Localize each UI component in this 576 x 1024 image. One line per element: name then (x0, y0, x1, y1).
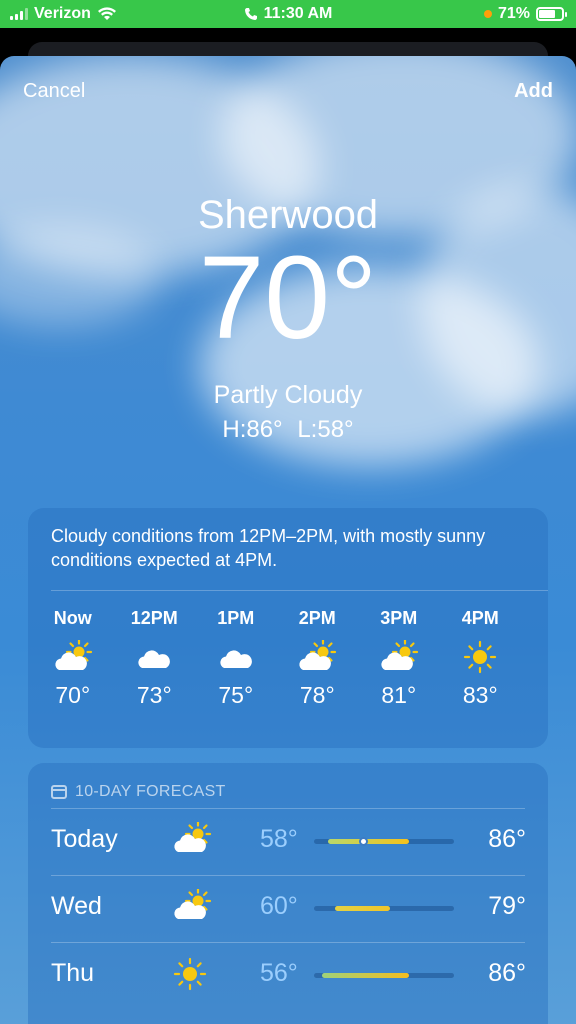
high-temp: H:86° (222, 416, 283, 443)
sun-icon (172, 956, 212, 992)
partly-cloudy-icon (277, 632, 359, 682)
temp-range-fill (322, 973, 410, 978)
temp-range-bar (314, 973, 454, 978)
day-high: 79° (488, 892, 526, 920)
day-name: Wed (51, 892, 102, 920)
hour-item: 3PM 81° (358, 608, 440, 709)
low-temp: L:58° (297, 416, 354, 443)
phone-icon (244, 8, 257, 20)
hour-item: 1PM 75° (195, 608, 277, 709)
temp-range-fill (328, 839, 410, 844)
partly-cloudy-icon (32, 632, 114, 682)
hour-temp: 75° (218, 682, 254, 708)
current-temperature: 70° (198, 232, 378, 364)
divider (51, 942, 525, 943)
battery-percent: 71% (497, 5, 530, 22)
divider (51, 875, 525, 876)
day-low: 60° (260, 892, 298, 920)
day-high: 86° (488, 825, 526, 853)
daily-header: 10-DAY FORECAST (51, 783, 226, 801)
day-low: 58° (260, 825, 298, 853)
hour-temp: 83° (462, 682, 498, 708)
day-row[interactable]: Today 58° 86° (28, 808, 548, 874)
hour-temp: 81° (381, 682, 417, 708)
orange-dot-indicator (483, 10, 492, 18)
hour-item: 4PM 83° (440, 608, 522, 709)
high-low: H:86° L:58° (0, 416, 576, 444)
add-button[interactable]: Add (514, 80, 553, 103)
forecast-summary: Cloudy conditions from 12PM–2PM, with mo… (51, 526, 486, 570)
temp-range-fill (335, 906, 390, 911)
cloud-icon (195, 632, 277, 682)
hour-item: 12PM 73° (114, 608, 196, 709)
temp-range-bar (314, 906, 454, 911)
cancel-button[interactable]: Cancel (23, 80, 85, 103)
hour-label: Now (53, 608, 92, 628)
sun-icon (440, 632, 522, 682)
partly-cloudy-icon (172, 820, 212, 858)
hour-label: 3PM (380, 608, 418, 628)
current-temp-marker (358, 837, 368, 846)
day-row[interactable]: Wed 60° 79° (28, 875, 548, 941)
battery-icon (536, 7, 567, 21)
hour-item: Now 70° (32, 608, 114, 709)
divider (51, 590, 548, 591)
hour-label: 12PM (130, 608, 178, 628)
hour-temp: 70° (55, 682, 91, 708)
status-bar: Verizon 11:30 AM 71% (0, 0, 576, 28)
weather-sheet: Cancel Add Sherwood 70° Partly Cloudy H:… (0, 56, 576, 1024)
battery-fill (539, 10, 555, 18)
divider (51, 808, 525, 809)
day-name: Today (51, 825, 118, 853)
hourly-list: Now 70° 12PM 73° 1PM 75° 2PM 78° 3PM 81°… (28, 608, 548, 709)
day-high: 86° (488, 959, 526, 987)
partly-cloudy-icon (358, 632, 440, 682)
hour-label: 4PM (461, 608, 499, 628)
partly-cloudy-icon (172, 887, 212, 925)
condition-label: Partly Cloudy (213, 381, 363, 409)
cloud-icon (114, 632, 196, 682)
day-row[interactable]: Thu 56° 86° (28, 942, 548, 1008)
clock-label: 11:30 AM (263, 5, 333, 22)
hour-label: 1PM (217, 608, 255, 628)
status-right: 71% (483, 0, 567, 28)
temp-range-bar (314, 837, 454, 846)
calendar-icon (51, 785, 67, 799)
sheet-header: Cancel Add (0, 56, 576, 126)
hour-temp: 73° (136, 682, 172, 708)
day-name: Thu (51, 959, 95, 987)
daily-heading: 10-DAY FORECAST (75, 783, 226, 800)
hourly-forecast-card[interactable]: Cloudy conditions from 12PM–2PM, with mo… (28, 508, 548, 748)
daily-forecast-card[interactable]: 10-DAY FORECAST Today 58° 86° Wed 60° 79… (28, 763, 548, 1024)
hour-temp: 78° (299, 682, 335, 708)
hour-item: 2PM 78° (277, 608, 359, 709)
hour-label: 2PM (298, 608, 336, 628)
day-low: 56° (260, 959, 298, 987)
